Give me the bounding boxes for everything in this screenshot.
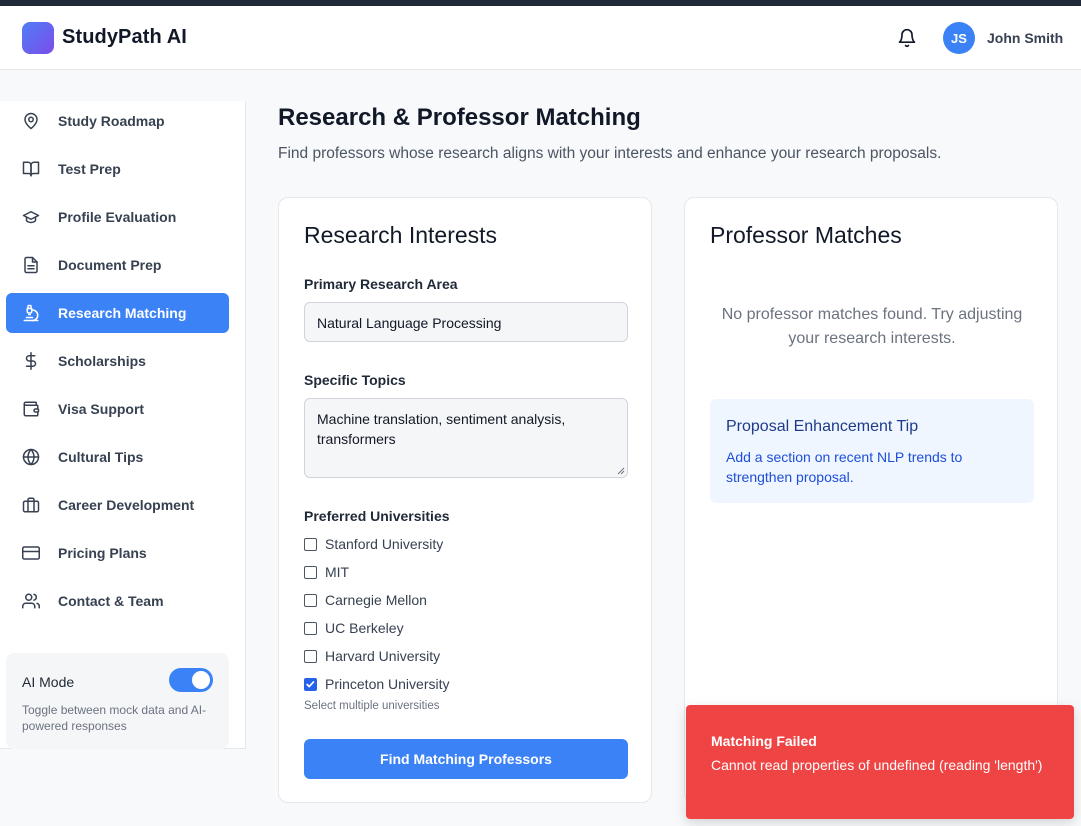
sidebar-item-scholarships[interactable]: Scholarships [6, 341, 229, 381]
checkbox-checked[interactable] [304, 677, 317, 691]
university-option-stanford[interactable]: Stanford University [304, 534, 443, 554]
sidebar-item-label: Pricing Plans [58, 545, 147, 561]
checkbox[interactable] [304, 593, 317, 607]
sidebar-item-label: Scholarships [58, 353, 146, 369]
find-matching-professors-button[interactable]: Find Matching Professors [304, 739, 628, 779]
sidebar-item-label: Study Roadmap [58, 113, 165, 129]
primary-area-input[interactable]: Natural Language Processing [304, 302, 628, 342]
sidebar: Study Roadmap Test Prep Profile Evaluati… [0, 101, 246, 749]
sidebar-item-label: Document Prep [58, 257, 162, 273]
briefcase-icon [22, 497, 40, 513]
sidebar-item-profile-evaluation[interactable]: Profile Evaluation [6, 197, 229, 237]
ai-mode-label: AI Mode [22, 674, 75, 690]
page-subtitle: Find professors whose research aligns wi… [278, 145, 942, 162]
globe-icon [22, 448, 40, 466]
app-logo[interactable] [22, 22, 54, 54]
sidebar-item-label: Cultural Tips [58, 449, 144, 465]
university-option-mit[interactable]: MIT [304, 562, 349, 582]
toast-message: Cannot read properties of undefined (rea… [711, 757, 1043, 773]
sidebar-item-label: Profile Evaluation [58, 209, 177, 225]
book-open-icon [22, 161, 40, 177]
university-label: MIT [325, 564, 350, 580]
sidebar-item-label: Contact & Team [58, 593, 164, 609]
card-title: Professor Matches [710, 222, 902, 248]
wallet-icon [23, 401, 40, 417]
graduation-cap-icon [22, 211, 40, 224]
page-title: Research & Professor Matching [278, 104, 641, 131]
research-interests-card: Research Interests Primary Research Area… [278, 197, 652, 803]
university-label: UC Berkeley [325, 620, 404, 636]
sidebar-item-career-development[interactable]: Career Development [6, 485, 229, 525]
ai-mode-description: Toggle between mock data and AI-powered … [22, 703, 207, 733]
users-icon [22, 593, 40, 609]
bell-icon[interactable] [897, 28, 917, 48]
sidebar-item-test-prep[interactable]: Test Prep [6, 149, 229, 189]
tip-text: Add a section on recent NLP trends to st… [726, 449, 963, 485]
university-label: Harvard University [325, 648, 441, 664]
specific-topics-label: Specific Topics [304, 372, 406, 388]
sidebar-item-contact-team[interactable]: Contact & Team [6, 581, 229, 621]
card-title: Research Interests [304, 222, 498, 248]
university-option-uc-berkeley[interactable]: UC Berkeley [304, 618, 404, 638]
university-option-princeton[interactable]: Princeton University [304, 674, 450, 694]
universities-hint: Select multiple universities [304, 700, 440, 712]
sidebar-item-label: Career Development [58, 497, 195, 513]
user-name[interactable]: John Smith [987, 30, 1063, 46]
checkmark-icon [306, 680, 315, 687]
toggle-knob [192, 671, 210, 689]
app-header: StudyPath AI JS John Smith [0, 6, 1081, 70]
university-label: Princeton University [325, 676, 450, 692]
proposal-tip-box: Proposal Enhancement Tip Add a section o… [710, 399, 1034, 503]
empty-state-message: No professor matches found. Try adjustin… [721, 306, 1023, 347]
checkbox[interactable] [304, 537, 317, 551]
checkbox[interactable] [304, 649, 317, 663]
university-label: Stanford University [325, 536, 444, 552]
sidebar-item-visa-support[interactable]: Visa Support [6, 389, 229, 429]
university-option-carnegie-mellon[interactable]: Carnegie Mellon [304, 590, 427, 610]
university-label: Carnegie Mellon [325, 592, 427, 608]
sidebar-item-pricing-plans[interactable]: Pricing Plans [6, 533, 229, 573]
checkbox[interactable] [304, 621, 317, 635]
university-option-harvard[interactable]: Harvard University [304, 646, 440, 666]
app-title[interactable]: StudyPath AI [62, 26, 187, 49]
sidebar-item-label: Test Prep [58, 161, 121, 177]
ai-mode-toggle[interactable] [169, 668, 213, 692]
avatar[interactable]: JS [943, 22, 975, 54]
ai-mode-panel: AI Mode Toggle between mock data and AI-… [6, 653, 229, 749]
toast-title: Matching Failed [711, 733, 817, 749]
sidebar-item-research-matching[interactable]: Research Matching [6, 293, 229, 333]
dollar-sign-icon [25, 352, 37, 370]
credit-card-icon [22, 546, 40, 560]
file-text-icon [24, 256, 38, 274]
error-toast[interactable]: Matching Failed Cannot read properties o… [686, 705, 1074, 819]
sidebar-item-document-prep[interactable]: Document Prep [6, 245, 229, 285]
sidebar-item-study-roadmap[interactable]: Study Roadmap [6, 101, 229, 141]
specific-topics-value: Machine translation, sentiment analysis,… [317, 411, 566, 447]
preferred-universities-label: Preferred Universities [304, 508, 450, 524]
sidebar-item-label: Visa Support [58, 401, 145, 417]
checkbox[interactable] [304, 565, 317, 579]
tip-title: Proposal Enhancement Tip [726, 418, 919, 435]
resize-handle-icon[interactable] [617, 467, 625, 475]
map-pin-icon [24, 112, 38, 130]
microscope-icon [23, 304, 39, 322]
sidebar-item-cultural-tips[interactable]: Cultural Tips [6, 437, 229, 477]
sidebar-item-label: Research Matching [58, 305, 187, 321]
primary-area-label: Primary Research Area [304, 276, 458, 292]
specific-topics-textarea[interactable]: Machine translation, sentiment analysis,… [304, 398, 628, 478]
